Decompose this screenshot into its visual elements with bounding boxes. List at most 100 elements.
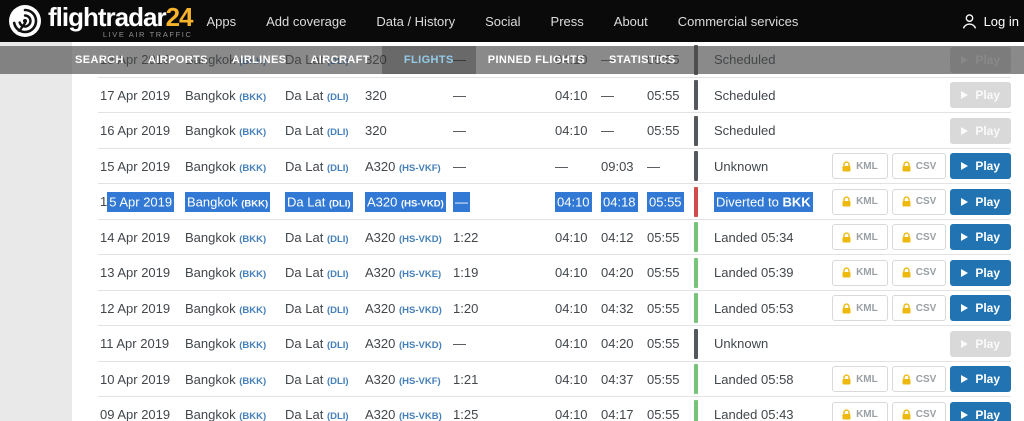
status-strong: BKK [782, 194, 810, 209]
nav-item-apps[interactable]: Apps [207, 14, 237, 29]
nav-item-data-history[interactable]: Data / History [376, 14, 455, 29]
nav-item-commercial-services[interactable]: Commercial services [678, 14, 799, 29]
kml-button[interactable]: KML [832, 260, 888, 286]
kml-button[interactable]: KML [832, 366, 888, 392]
csv-button[interactable]: CSV [892, 402, 947, 421]
flight-status: Landed 05:43 [714, 407, 832, 421]
play-button-label: Play [975, 301, 1000, 315]
destination-code-link[interactable]: (DLI) [327, 234, 349, 245]
origin-wrap: Bangkok (BKK) [185, 407, 266, 421]
play-button[interactable]: Play [950, 402, 1011, 421]
csv-button[interactable]: CSV [892, 260, 947, 286]
origin-code-link[interactable]: (BKK) [239, 411, 266, 421]
destination-code-link[interactable]: (DLI) [329, 198, 351, 209]
csv-button[interactable]: CSV [892, 366, 947, 392]
flight-time: — [453, 194, 501, 209]
status-indicator-bar [694, 80, 698, 110]
aircraft-registration-link[interactable]: (HS-VKD) [401, 198, 444, 209]
aircraft-registration-link[interactable]: (HS-VKD) [399, 234, 442, 245]
nav-item-about[interactable]: About [614, 14, 648, 29]
subnav-item-search[interactable]: SEARCH [63, 46, 136, 74]
flight-time-value: — [453, 123, 466, 138]
origin-code-link[interactable]: (BKK) [239, 269, 266, 280]
kml-button[interactable]: KML [832, 402, 888, 421]
destination-code-link[interactable]: (DLI) [327, 340, 349, 351]
play-button[interactable]: Play [950, 295, 1011, 321]
destination-city: Da Lat [285, 265, 323, 280]
subnav-item-flights[interactable]: FLIGHTS [382, 46, 476, 74]
nav-item-social[interactable]: Social [485, 14, 520, 29]
destination-code-link[interactable]: (DLI) [327, 127, 349, 138]
destination-code-link[interactable]: (DLI) [327, 269, 349, 280]
subnav-item-airports[interactable]: AIRPORTS [136, 46, 220, 74]
origin-wrap: Bangkok (BKK) [185, 88, 266, 103]
aircraft-registration-link[interactable]: (HS-VKD) [399, 305, 442, 316]
destination-code-link[interactable]: (DLI) [327, 411, 349, 421]
subnav-item-statistics[interactable]: STATISTICS [597, 46, 688, 74]
origin-code-link[interactable]: (BKK) [241, 198, 268, 209]
destination-airport: Da Lat (DLI) [285, 159, 365, 174]
subnav-item-airlines[interactable]: AIRLINES [220, 46, 299, 74]
csv-button[interactable]: CSV [892, 153, 947, 179]
status-indicator-bar [694, 293, 698, 323]
aircraft-type: A320 [367, 194, 397, 209]
play-button[interactable]: Play [950, 153, 1011, 179]
origin-city: Bangkok [185, 372, 236, 387]
aircraft-registration-link[interactable]: (HS-VKB) [399, 411, 442, 421]
origin-code-link[interactable]: (BKK) [239, 127, 266, 138]
destination-wrap: Da Lat (DLI) [285, 407, 349, 421]
play-button[interactable]: Play [950, 189, 1011, 215]
kml-button[interactable]: KML [832, 224, 888, 250]
kml-button[interactable]: KML [832, 153, 888, 179]
kml-button[interactable]: KML [832, 189, 888, 215]
play-button[interactable]: Play [950, 366, 1011, 392]
aircraft-registration-link[interactable]: (HS-VKF) [399, 163, 441, 174]
kml-button[interactable]: KML [832, 295, 888, 321]
play-button[interactable]: Play [950, 260, 1011, 286]
login-button[interactable]: Log in [961, 0, 1019, 42]
flight-time-value: 1:19 [453, 265, 478, 280]
destination-code-link[interactable]: (DLI) [327, 163, 349, 174]
flight-time: — [453, 88, 501, 103]
origin-airport: Bangkok (BKK) [185, 88, 285, 103]
csv-button-label: CSV [916, 409, 937, 420]
aircraft-registration-link[interactable]: (HS-VKD) [399, 340, 442, 351]
flightradar24-logo[interactable]: flightradar24 LIVE AIR TRAFFIC [8, 4, 193, 39]
aircraft-registration-link[interactable]: (HS-VKE) [399, 269, 441, 280]
nav-item-add-coverage[interactable]: Add coverage [266, 14, 346, 29]
status-wrap: Landed 05:34 [714, 230, 794, 245]
lock-icon [902, 196, 911, 207]
subnav-item-pinned-flights[interactable]: PINNED FLIGHTS [476, 46, 597, 74]
origin-code-link[interactable]: (BKK) [239, 163, 266, 174]
destination-city: Da Lat [285, 407, 323, 421]
origin-code-link[interactable]: (BKK) [239, 376, 266, 387]
kml-button-label: KML [856, 196, 878, 207]
actual-departure-value: 04:18 [601, 192, 638, 212]
sub-navigation-bar: SEARCHAIRPORTSAIRLINESAIRCRAFTFLIGHTSPIN… [0, 46, 1024, 74]
destination-airport: Da Lat (DLI) [285, 336, 365, 351]
csv-button[interactable]: CSV [892, 189, 947, 215]
destination-code-link[interactable]: (DLI) [327, 376, 349, 387]
play-button[interactable]: Play [950, 224, 1011, 250]
origin-code-link[interactable]: (BKK) [239, 234, 266, 245]
scheduled-arrival: 05:55 [647, 230, 694, 245]
origin-code-link[interactable]: (BKK) [239, 92, 266, 103]
origin-code-link[interactable]: (BKK) [239, 340, 266, 351]
nav-item-press[interactable]: Press [551, 14, 584, 29]
origin-city: Bangkok [187, 194, 238, 209]
csv-button[interactable]: CSV [892, 295, 947, 321]
play-triangle-icon [961, 304, 968, 312]
row-actions: Play [950, 82, 1011, 108]
subnav-item-aircraft[interactable]: AIRCRAFT [298, 46, 381, 74]
aircraft-registration-link[interactable]: (HS-VKF) [399, 376, 441, 387]
destination-code-link[interactable]: (DLI) [327, 92, 349, 103]
scheduled-departure-value: — [555, 159, 568, 174]
flight-status: Landed 05:34 [714, 230, 832, 245]
csv-button[interactable]: CSV [892, 224, 947, 250]
destination-code-link[interactable]: (DLI) [327, 305, 349, 316]
origin-airport: Bangkok (BKK) [185, 123, 285, 138]
scheduled-arrival: 05:55 [647, 194, 694, 209]
top-nav: Apps Add coverage Data / History Social Pres… [207, 14, 799, 29]
scheduled-arrival-value: 05:55 [647, 123, 680, 138]
origin-code-link[interactable]: (BKK) [239, 305, 266, 316]
